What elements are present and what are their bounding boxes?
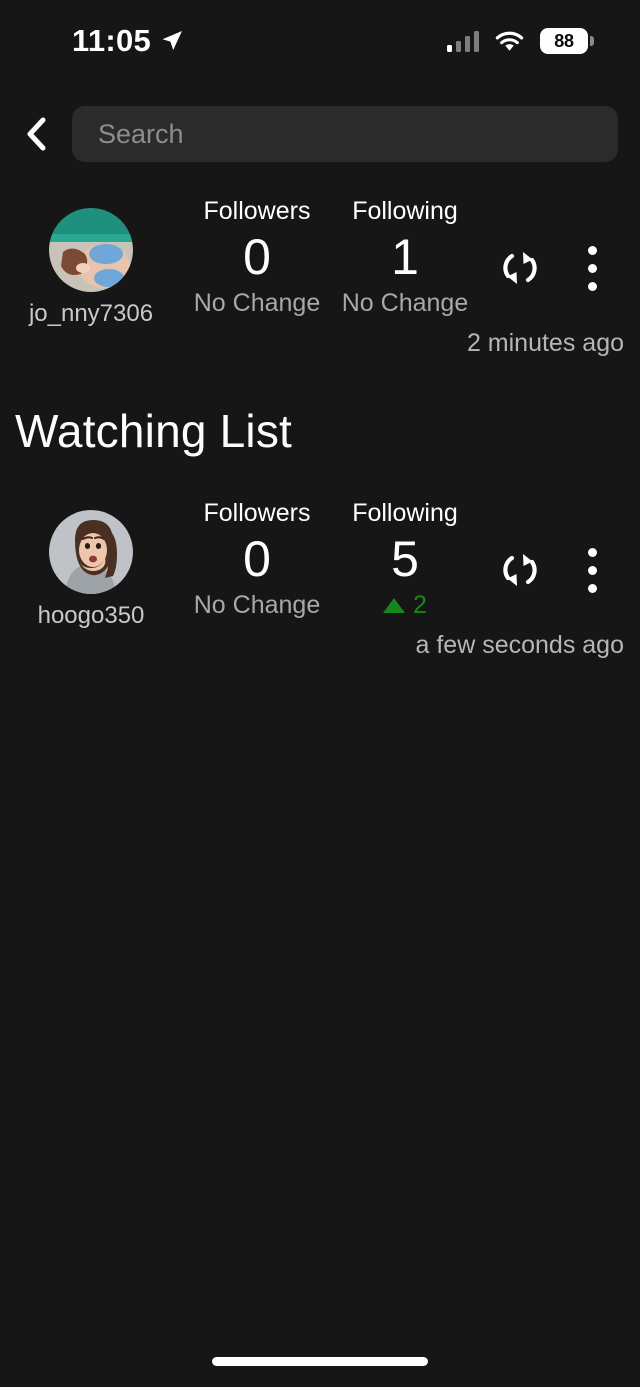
refresh-button[interactable] bbox=[492, 542, 548, 598]
following-stat: Following 5 2 bbox=[320, 498, 490, 620]
followers-stat: Followers 0 No Change bbox=[172, 498, 342, 620]
search-row: Search bbox=[0, 105, 640, 163]
battery-body: 88 bbox=[540, 28, 588, 54]
chevron-left-icon bbox=[25, 117, 47, 151]
location-arrow-icon bbox=[160, 29, 184, 53]
account-summary: hoogo350 Followers 0 No Change Following… bbox=[0, 498, 640, 628]
avatar[interactable] bbox=[49, 208, 133, 292]
triangle-up-icon bbox=[383, 598, 405, 613]
following-stat: Following 1 No Change bbox=[320, 196, 490, 318]
back-button[interactable] bbox=[14, 109, 58, 159]
followers-value: 0 bbox=[172, 528, 342, 590]
followers-delta: No Change bbox=[172, 288, 342, 318]
followers-value: 0 bbox=[172, 226, 342, 288]
account-summary: jo_nny7306 Followers 0 No Change Followi… bbox=[0, 196, 640, 326]
account-updated-time: 2 minutes ago bbox=[0, 326, 640, 360]
following-value: 5 bbox=[320, 528, 490, 590]
battery-tip bbox=[590, 36, 594, 46]
following-value: 1 bbox=[320, 226, 490, 288]
wifi-icon bbox=[494, 30, 525, 53]
phone-screen: 11:05 88 bbox=[0, 0, 640, 1387]
status-bar-left: 11:05 bbox=[72, 23, 184, 59]
refresh-button[interactable] bbox=[492, 240, 548, 296]
home-indicator[interactable] bbox=[212, 1357, 428, 1366]
status-bar: 11:05 88 bbox=[0, 0, 640, 82]
following-label: Following bbox=[320, 498, 490, 528]
refresh-icon bbox=[499, 549, 541, 591]
avatar-block[interactable]: hoogo350 bbox=[49, 510, 133, 630]
account-username: hoogo350 bbox=[38, 602, 145, 630]
status-time: 11:05 bbox=[72, 23, 151, 59]
account-username: jo_nny7306 bbox=[29, 300, 153, 328]
followers-stat: Followers 0 No Change bbox=[172, 196, 342, 318]
search-placeholder: Search bbox=[98, 119, 184, 150]
more-vertical-icon-dot bbox=[588, 282, 597, 291]
page-title: Watching List bbox=[15, 405, 292, 457]
status-bar-right: 88 bbox=[447, 28, 595, 54]
more-vertical-icon bbox=[588, 548, 597, 557]
cellular-signal-icon bbox=[447, 30, 480, 52]
battery-icon: 88 bbox=[540, 28, 594, 54]
followers-label: Followers bbox=[172, 498, 342, 528]
more-vertical-icon bbox=[588, 246, 597, 255]
following-delta-value: 2 bbox=[413, 590, 427, 620]
watching-list-item: hoogo350 Followers 0 No Change Following… bbox=[0, 498, 640, 662]
following-delta: No Change bbox=[320, 288, 490, 318]
account-menu-button[interactable] bbox=[568, 240, 616, 296]
more-vertical-icon-dot bbox=[588, 566, 597, 575]
avatar[interactable] bbox=[49, 510, 133, 594]
followers-delta: No Change bbox=[172, 590, 342, 620]
following-delta: 2 bbox=[320, 590, 490, 620]
top-account-row: jo_nny7306 Followers 0 No Change Followi… bbox=[0, 196, 640, 360]
avatar-block[interactable]: jo_nny7306 bbox=[49, 208, 133, 328]
following-label: Following bbox=[320, 196, 490, 226]
search-input[interactable]: Search bbox=[72, 106, 618, 162]
account-menu-button[interactable] bbox=[568, 542, 616, 598]
more-vertical-icon-dot bbox=[588, 264, 597, 273]
refresh-icon bbox=[499, 247, 541, 289]
followers-label: Followers bbox=[172, 196, 342, 226]
battery-level: 88 bbox=[554, 31, 574, 52]
more-vertical-icon-dot bbox=[588, 584, 597, 593]
account-updated-time: a few seconds ago bbox=[0, 628, 640, 662]
